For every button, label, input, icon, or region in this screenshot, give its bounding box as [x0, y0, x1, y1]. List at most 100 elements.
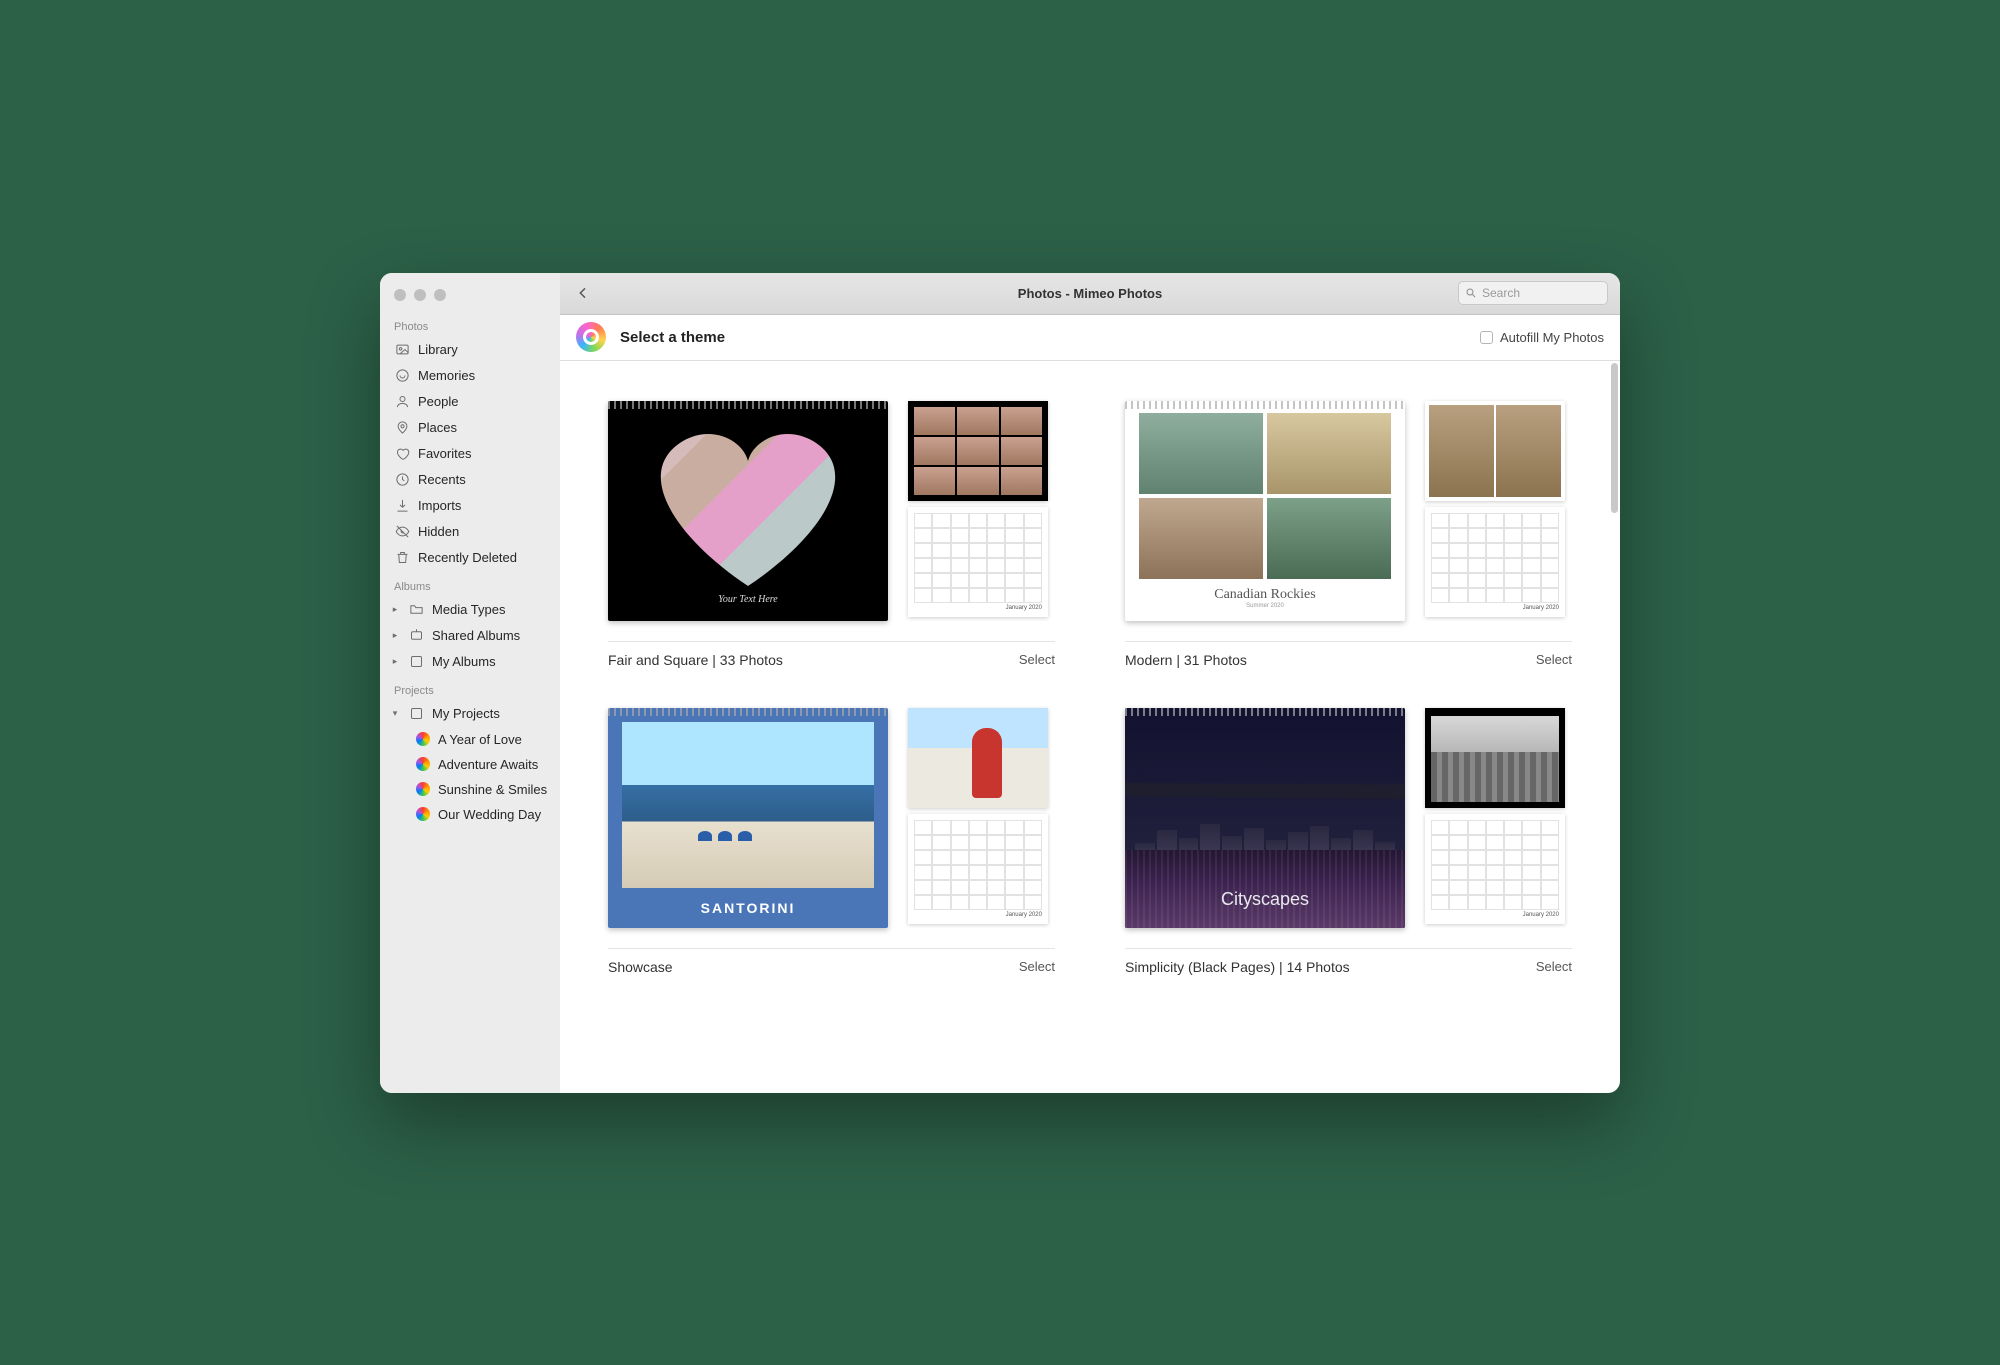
- main-panel: Photos - Mimeo Photos Search Select a th…: [560, 273, 1620, 1093]
- chevron-right-icon: ▸: [390, 630, 400, 641]
- sidebar-label: My Projects: [432, 706, 500, 721]
- sidebar-item-project[interactable]: A Year of Love: [380, 727, 560, 752]
- select-button[interactable]: Select: [1019, 959, 1055, 974]
- theme-card: Canadian Rockies Summer 2020 January 202…: [1125, 401, 1572, 668]
- sidebar-label: Media Types: [432, 602, 505, 617]
- theme-card: Cityscapes January 2020 Simplicity (Blac…: [1125, 708, 1572, 975]
- search-input[interactable]: Search: [1458, 281, 1608, 305]
- content-area[interactable]: Your Text Here January 2020 Fair and Squ…: [560, 361, 1620, 1093]
- sidebar-item-people[interactable]: People: [380, 389, 560, 415]
- sidebar-item-project[interactable]: Our Wedding Day: [380, 802, 560, 827]
- theme-meta: Fair and Square | 33 Photos Select: [608, 641, 1055, 668]
- sidebar-item-my-albums[interactable]: ▸ My Albums: [380, 649, 560, 675]
- heart-icon: [394, 446, 410, 462]
- theme-cover: Cityscapes: [1125, 708, 1405, 928]
- side-image: [908, 401, 1048, 501]
- sidebar-label: Sunshine & Smiles: [438, 782, 547, 797]
- projects-icon: [408, 706, 424, 722]
- theme-name: Simplicity (Black Pages) | 14 Photos: [1125, 959, 1350, 975]
- sidebar-item-project[interactable]: Sunshine & Smiles: [380, 777, 560, 802]
- page-title: Select a theme: [620, 329, 725, 346]
- sidebar-label: Imports: [418, 498, 461, 513]
- sidebar-label: Memories: [418, 368, 475, 383]
- calendar-month: January 2020: [1431, 605, 1559, 611]
- sidebar-item-shared-albums[interactable]: ▸ Shared Albums: [380, 623, 560, 649]
- select-button[interactable]: Select: [1536, 652, 1572, 667]
- sidebar-label: People: [418, 394, 458, 409]
- spiral-binding: [608, 708, 888, 716]
- calendar-month: January 2020: [914, 605, 1042, 611]
- theme-preview[interactable]: Canadian Rockies Summer 2020 January 202…: [1125, 401, 1572, 621]
- side-calendar: January 2020: [908, 507, 1048, 617]
- cover-title: Canadian Rockies: [1139, 587, 1391, 603]
- sidebar-item-favorites[interactable]: Favorites: [380, 441, 560, 467]
- subheader: Select a theme Autofill My Photos: [560, 315, 1620, 361]
- sidebar-item-media-types[interactable]: ▸ Media Types: [380, 597, 560, 623]
- sidebar-item-library[interactable]: Library: [380, 337, 560, 363]
- theme-preview[interactable]: Your Text Here January 2020: [608, 401, 1055, 621]
- sidebar-label: Favorites: [418, 446, 471, 461]
- cover-caption: Your Text Here: [718, 594, 777, 605]
- sidebar-label: Our Wedding Day: [438, 807, 541, 822]
- shared-icon: [408, 628, 424, 644]
- heart-collage: [653, 416, 843, 586]
- sidebar-item-project[interactable]: Adventure Awaits: [380, 752, 560, 777]
- project-icon: [416, 807, 430, 821]
- project-icon: [416, 782, 430, 796]
- calendar-month: January 2020: [914, 912, 1042, 918]
- sidebar-item-places[interactable]: Places: [380, 415, 560, 441]
- sidebar-item-recents[interactable]: Recents: [380, 467, 560, 493]
- library-icon: [394, 342, 410, 358]
- sidebar-item-my-projects[interactable]: ▾ My Projects: [380, 701, 560, 727]
- theme-grid: Your Text Here January 2020 Fair and Squ…: [608, 401, 1572, 975]
- autofill-checkbox[interactable]: Autofill My Photos: [1480, 330, 1604, 345]
- places-icon: [394, 420, 410, 436]
- theme-side-preview: January 2020: [908, 708, 1048, 924]
- theme-meta: Showcase Select: [608, 948, 1055, 975]
- theme-cover: Your Text Here: [608, 401, 888, 621]
- sidebar-item-recently-deleted[interactable]: Recently Deleted: [380, 545, 560, 571]
- sidebar-label: Recently Deleted: [418, 550, 517, 565]
- scrollbar[interactable]: [1611, 363, 1618, 513]
- sidebar-label: Recents: [418, 472, 466, 487]
- calendar-month: January 2020: [1431, 912, 1559, 918]
- people-icon: [394, 394, 410, 410]
- theme-preview[interactable]: SANTORINI January 2020: [608, 708, 1055, 928]
- side-calendar: January 2020: [908, 814, 1048, 924]
- sidebar: Photos Library Memories People Places Fa…: [380, 273, 560, 1093]
- sidebar-item-hidden[interactable]: Hidden: [380, 519, 560, 545]
- folder-icon: [408, 602, 424, 618]
- sidebar-label: Hidden: [418, 524, 459, 539]
- sidebar-section-albums: Albums: [380, 571, 560, 597]
- theme-preview[interactable]: Cityscapes January 2020: [1125, 708, 1572, 928]
- sidebar-label: Places: [418, 420, 457, 435]
- cover-title: SANTORINI: [608, 888, 888, 928]
- clock-icon: [394, 472, 410, 488]
- theme-name: Showcase: [608, 959, 673, 975]
- sidebar-label: Library: [418, 342, 458, 357]
- back-button[interactable]: [572, 282, 594, 304]
- side-image: [908, 708, 1048, 808]
- theme-name: Fair and Square | 33 Photos: [608, 652, 783, 668]
- window-title: Photos - Mimeo Photos: [1018, 286, 1162, 301]
- theme-side-preview: January 2020: [1425, 708, 1565, 924]
- checkbox-icon: [1480, 331, 1493, 344]
- select-button[interactable]: Select: [1019, 652, 1055, 667]
- spiral-binding: [608, 401, 888, 409]
- cover-subtitle: Summer 2020: [1139, 603, 1391, 609]
- theme-card: Your Text Here January 2020 Fair and Squ…: [608, 401, 1055, 668]
- side-image: [1425, 401, 1565, 501]
- close-window-button[interactable]: [394, 289, 406, 301]
- sidebar-item-imports[interactable]: Imports: [380, 493, 560, 519]
- sidebar-section-projects: Projects: [380, 675, 560, 701]
- sidebar-label: Shared Albums: [432, 628, 520, 643]
- trash-icon: [394, 550, 410, 566]
- fullscreen-window-button[interactable]: [434, 289, 446, 301]
- project-icon: [416, 757, 430, 771]
- select-button[interactable]: Select: [1536, 959, 1572, 974]
- import-icon: [394, 498, 410, 514]
- minimize-window-button[interactable]: [414, 289, 426, 301]
- theme-side-preview: January 2020: [1425, 401, 1565, 617]
- memories-icon: [394, 368, 410, 384]
- sidebar-item-memories[interactable]: Memories: [380, 363, 560, 389]
